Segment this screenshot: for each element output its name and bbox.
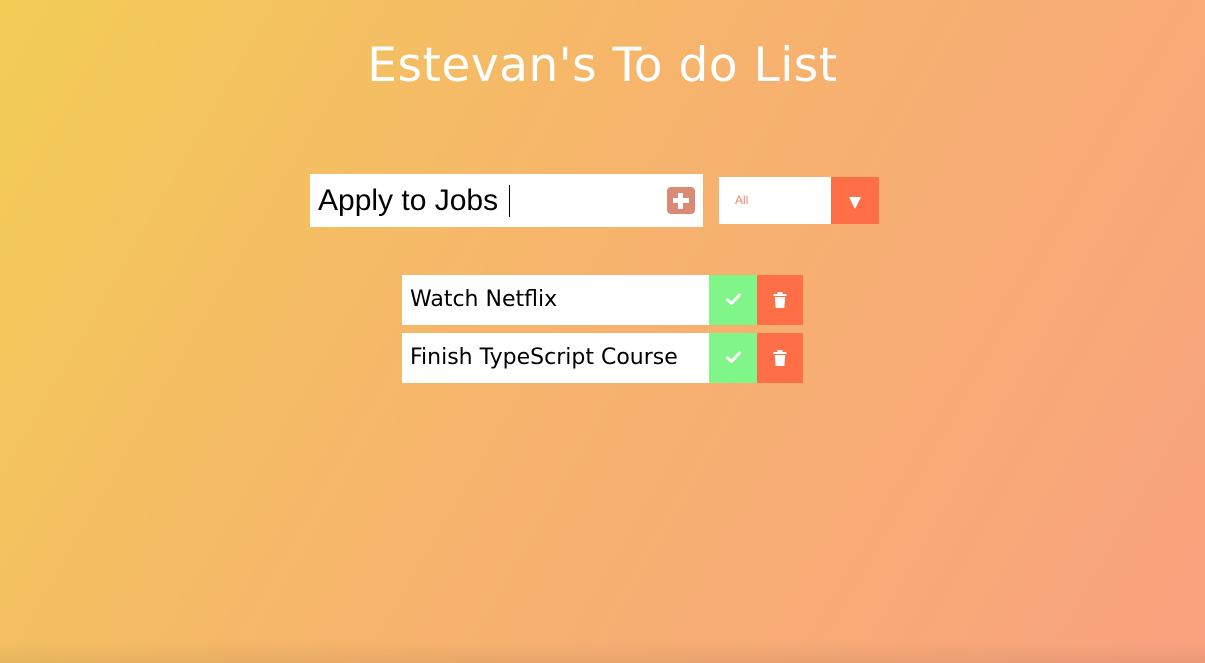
filter-select[interactable]: All [719,177,879,224]
add-todo-button[interactable] [667,187,695,214]
bottom-shade [0,641,1205,663]
todo-form [310,174,703,227]
trash-icon [773,292,787,308]
filter-selected-value: All [735,193,749,207]
todo-text: Watch Netflix [410,287,558,312]
todo-input[interactable] [310,174,660,227]
check-icon [726,293,741,305]
todo-list: Watch Netflix Finish TypeScript Course [402,275,803,391]
todo-item: Watch Netflix [402,275,803,325]
trash-icon [773,350,787,366]
todo-text: Finish TypeScript Course [410,345,678,370]
plus-icon-vertical [678,193,683,209]
complete-button[interactable] [709,333,757,383]
text-caret [509,185,510,217]
complete-button[interactable] [709,275,757,325]
triangle-down-icon [849,197,861,209]
delete-button[interactable] [757,275,803,325]
page-title: Estevan's To do List [367,38,838,93]
delete-button[interactable] [757,333,803,383]
filter-dropdown-arrow[interactable] [831,177,879,224]
check-icon [726,351,741,363]
todo-item: Finish TypeScript Course [402,333,803,383]
